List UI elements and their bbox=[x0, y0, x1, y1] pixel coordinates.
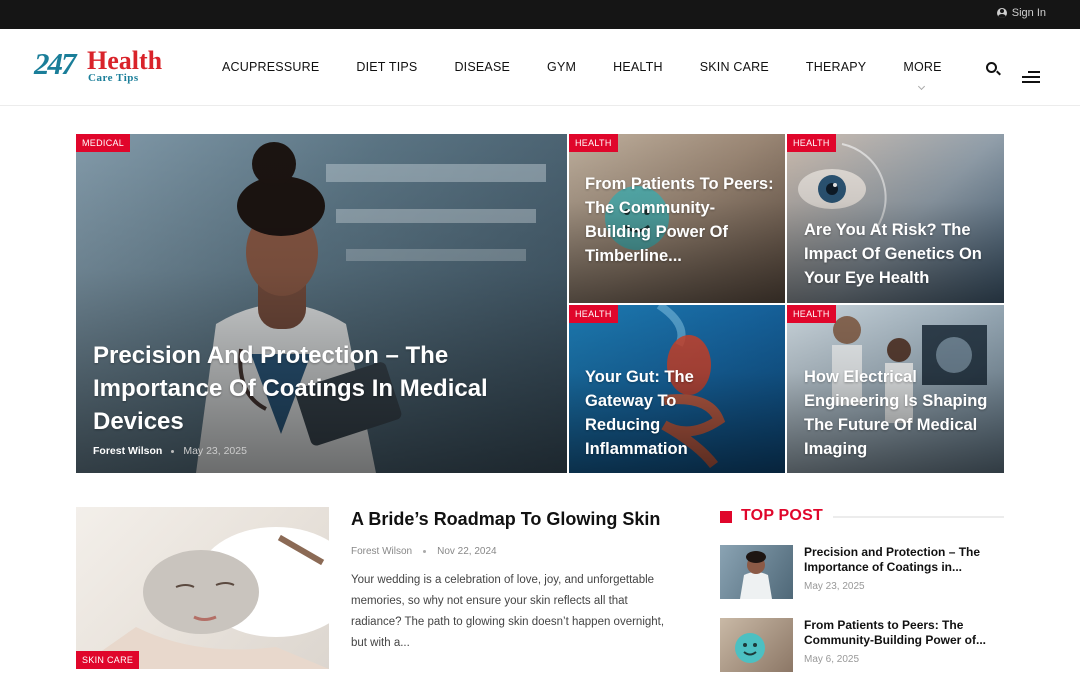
hero-card-3[interactable]: HEALTH Your Gut: The Gateway To Reducing… bbox=[569, 305, 785, 473]
featured-date: Nov 22, 2024 bbox=[437, 546, 497, 557]
featured-title[interactable]: A Bride’s Roadmap To Glowing Skin bbox=[351, 509, 660, 530]
featured-image[interactable]: SKIN CARE bbox=[76, 507, 329, 669]
hero-card-2-category-badge[interactable]: HEALTH bbox=[787, 134, 836, 152]
top-post-title[interactable]: Precision and Protection – The Importanc… bbox=[804, 545, 1004, 575]
top-post-date: May 6, 2025 bbox=[804, 654, 860, 665]
featured-excerpt: Your wedding is a celebration of love, j… bbox=[351, 574, 665, 649]
main-nav: ACUPRESSURE DIET TIPS DISEASE GYM HEALTH… bbox=[222, 60, 979, 91]
chevron-down-icon bbox=[918, 82, 926, 91]
featured-meta: Forest Wilson Nov 22, 2024 bbox=[351, 546, 497, 557]
facial-mask-illustration bbox=[76, 527, 329, 669]
nav-more-label: MORE bbox=[903, 60, 942, 74]
search-icon[interactable] bbox=[986, 62, 997, 73]
sign-in-label: Sign In bbox=[1011, 7, 1046, 19]
hero-main-title[interactable]: Precision And Protection – The Importanc… bbox=[93, 339, 533, 438]
hero-card-4[interactable]: HEALTH How Electrical Engineering Is Sha… bbox=[787, 305, 1004, 473]
top-bar: Sign In bbox=[0, 0, 1080, 29]
hero-main-card[interactable]: MEDICAL Precision And Protection – The I… bbox=[76, 134, 567, 473]
hero-card-2[interactable]: HEALTH Are You At Risk? The Impact Of Ge… bbox=[787, 134, 1004, 303]
nav-item-disease[interactable]: DISEASE bbox=[454, 60, 510, 74]
top-post-date: May 23, 2025 bbox=[804, 581, 865, 592]
hero-main-meta: Forest Wilson May 23, 2025 bbox=[93, 445, 247, 457]
top-post-thumbnail[interactable] bbox=[720, 618, 793, 672]
top-post-heading-text: TOP POST bbox=[741, 507, 823, 524]
top-post-item[interactable]: Precision and Protection – The Importanc… bbox=[720, 545, 1004, 601]
hero-main-author[interactable]: Forest Wilson bbox=[93, 445, 162, 457]
hero-card-3-title[interactable]: Your Gut: The Gateway To Reducing Inflam… bbox=[585, 365, 715, 461]
hero-card-3-category-badge[interactable]: HEALTH bbox=[569, 305, 618, 323]
top-post-item[interactable]: From Patients to Peers: The Community-Bu… bbox=[720, 618, 1004, 674]
hero-card-2-title[interactable]: Are You At Risk? The Impact Of Genetics … bbox=[804, 218, 994, 290]
hero-card-1[interactable]: HEALTH From Patients To Peers: The Commu… bbox=[569, 134, 785, 303]
nav-item-skin-care[interactable]: SKIN CARE bbox=[700, 60, 769, 74]
hero-main-category-badge[interactable]: MEDICAL bbox=[76, 134, 131, 152]
site-logo[interactable]: 247 Health Care Tips bbox=[34, 46, 184, 88]
smiley-thumbnail bbox=[735, 633, 765, 663]
user-icon bbox=[996, 8, 1007, 18]
nav-item-more[interactable]: MORE bbox=[903, 60, 942, 91]
nav-item-gym[interactable]: GYM bbox=[547, 60, 576, 74]
top-post-title[interactable]: From Patients to Peers: The Community-Bu… bbox=[804, 618, 1004, 648]
featured-category-badge[interactable]: SKIN CARE bbox=[76, 651, 140, 669]
hero-card-1-category-badge[interactable]: HEALTH bbox=[569, 134, 618, 152]
top-post-heading: TOP POST bbox=[720, 507, 1004, 527]
hero-card-4-category-badge[interactable]: HEALTH bbox=[787, 305, 836, 323]
logo-tagline: Care Tips bbox=[88, 72, 139, 84]
meta-separator bbox=[171, 449, 175, 453]
sign-in-link[interactable]: Sign In bbox=[996, 7, 1046, 19]
hero-card-1-title[interactable]: From Patients To Peers: The Community-Bu… bbox=[585, 172, 775, 268]
featured-author[interactable]: Forest Wilson bbox=[351, 546, 412, 557]
logo-number: 247 bbox=[34, 46, 76, 81]
doctor-thumbnail bbox=[740, 551, 772, 599]
heading-divider bbox=[833, 516, 1004, 518]
meta-separator bbox=[423, 550, 427, 553]
nav-item-diet-tips[interactable]: DIET TIPS bbox=[356, 60, 417, 74]
nav-item-acupressure[interactable]: ACUPRESSURE bbox=[222, 60, 319, 74]
hero-card-4-title[interactable]: How Electrical Engineering Is Shaping Th… bbox=[804, 365, 994, 461]
menu-icon[interactable] bbox=[1022, 71, 1040, 84]
top-post-thumbnail[interactable] bbox=[720, 545, 793, 599]
hero-main-date: May 23, 2025 bbox=[183, 445, 247, 457]
heading-marker-icon bbox=[720, 511, 732, 523]
site-header: 247 Health Care Tips ACUPRESSURE DIET TI… bbox=[0, 29, 1080, 106]
nav-item-health[interactable]: HEALTH bbox=[613, 60, 663, 74]
nav-item-therapy[interactable]: THERAPY bbox=[806, 60, 866, 74]
